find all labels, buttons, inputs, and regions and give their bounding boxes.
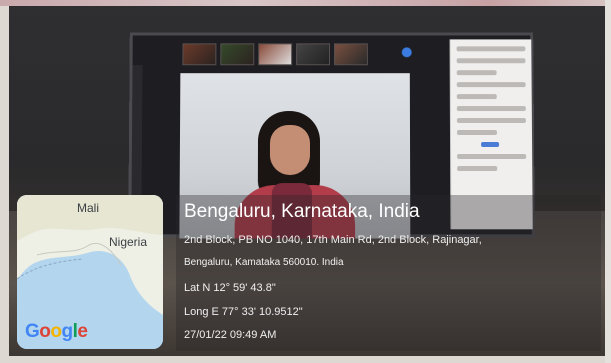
google-logo-icon: Google: [25, 321, 88, 342]
chat-line: [456, 130, 498, 135]
location-city: Bengaluru, Karnataka, India: [184, 201, 420, 222]
chat-line: [456, 118, 526, 124]
address-line-2: Bengaluru, Kamataka 560010. India: [184, 257, 344, 268]
geotag-overlay: Bengaluru, Karnataka, India 2nd Block, P…: [176, 195, 601, 351]
map-label-nigeria: Nigeria: [109, 235, 148, 249]
participant-thumbnail: [220, 43, 255, 66]
longitude: Long E 77° 33' 10.9512": [184, 306, 303, 318]
participant-thumbnail: [296, 43, 331, 66]
chat-send-button: [481, 141, 500, 147]
speaker-face: [269, 125, 311, 176]
map-label-mali: Mali: [77, 201, 100, 215]
map-icon: Mali Nigeria Google: [17, 195, 163, 349]
chat-line: [457, 166, 498, 172]
scan-right-edge: [605, 0, 611, 363]
screen-left-toolbar: [131, 65, 143, 206]
participant-thumbnail: [333, 43, 368, 66]
chat-line: [456, 106, 526, 112]
datetime: 27/01/22 09:49 AM: [184, 329, 277, 341]
participant-thumbnail: [258, 43, 293, 66]
chat-line: [456, 82, 526, 88]
chat-line: [456, 94, 497, 100]
video-call-thumbnail-icon: [401, 47, 412, 58]
latitude: Lat N 12° 59' 43.8": [184, 282, 276, 294]
chat-line: [456, 70, 497, 76]
address-line-1: 2nd Block, PB NO 1040, 17th Main Rd, 2nd…: [184, 234, 482, 246]
chat-line: [456, 46, 526, 52]
chat-line: [457, 154, 527, 160]
participant-thumbnails: [182, 43, 421, 66]
chat-line: [456, 58, 526, 64]
participant-thumbnail: [182, 43, 217, 66]
